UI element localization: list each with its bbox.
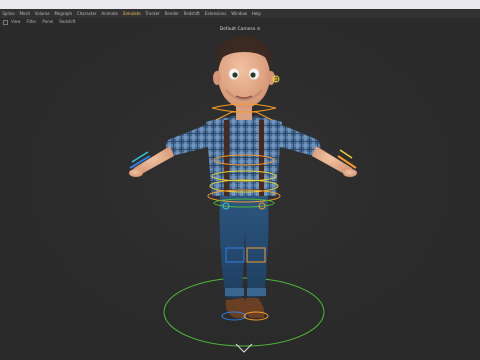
menu-character[interactable]: Character: [74, 9, 99, 18]
menu-animate[interactable]: Animate: [99, 9, 121, 18]
menu-simulate[interactable]: Simulate: [121, 9, 143, 18]
right-shoe: [245, 298, 265, 318]
left-cuff: [225, 288, 244, 296]
left-suspender: [224, 120, 229, 196]
right-hand: [343, 169, 357, 177]
root-arrow-control[interactable]: [235, 343, 253, 353]
menu-help[interactable]: Help: [249, 9, 263, 18]
right-pupil: [250, 72, 256, 78]
menu-mograph[interactable]: Mograph: [52, 9, 74, 18]
menu-volume[interactable]: Volume: [32, 9, 52, 18]
menu-redshift[interactable]: Redshift: [181, 9, 202, 18]
menu-mesh[interactable]: Mesh: [17, 9, 32, 18]
left-shoe: [225, 298, 247, 318]
left-ear: [213, 71, 221, 85]
left-hand: [129, 169, 143, 177]
left-finger-control[interactable]: [131, 151, 149, 163]
title-strip: [0, 0, 480, 9]
menu-bar: Spline Mesh Volume Mograph Character Ani…: [0, 9, 480, 18]
right-arm-sleeve: [276, 124, 321, 156]
right-ear: [267, 71, 275, 85]
3d-viewport[interactable]: Default Camera ⊙: [0, 26, 480, 360]
toolbar-view[interactable]: View: [8, 18, 24, 26]
menu-render[interactable]: Render: [162, 9, 181, 18]
shirt-torso: [206, 116, 282, 196]
menu-spline[interactable]: Spline: [0, 9, 17, 18]
menu-extensions[interactable]: Extensions: [202, 9, 229, 18]
character-scene: [129, 36, 357, 353]
left-arm-sleeve: [165, 124, 212, 156]
right-suspender: [259, 120, 264, 196]
menu-window[interactable]: Window: [229, 9, 250, 18]
toolbar-filter[interactable]: Filter: [24, 18, 40, 26]
jeans: [219, 196, 269, 298]
menu-tracker[interactable]: Tracker: [143, 9, 162, 18]
right-cuff: [247, 288, 266, 296]
toolbar-redshift[interactable]: Redshift: [56, 18, 78, 26]
toolbar-panel[interactable]: Panel: [39, 18, 56, 26]
viewport-toolbar: View Filter Panel Redshift: [0, 18, 480, 26]
left-pupil: [232, 72, 238, 78]
right-finger-control[interactable]: [339, 149, 353, 159]
